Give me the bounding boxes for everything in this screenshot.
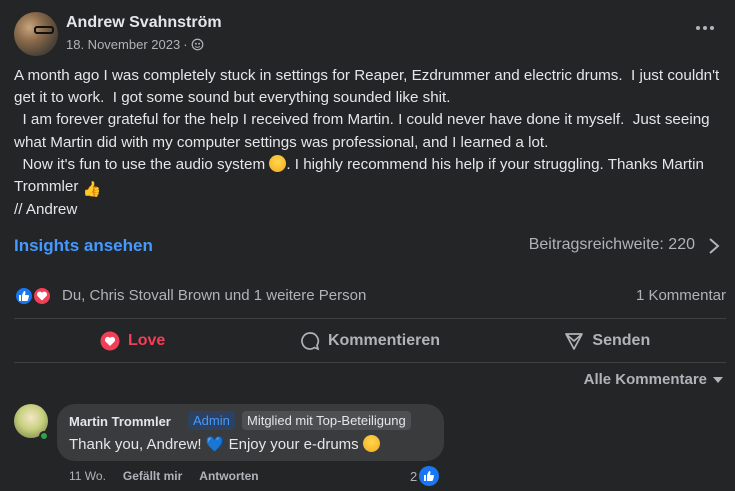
comment-label: Kommentieren <box>327 332 440 349</box>
comment-text: Thank you, Andrew! 💙 Enjoy your e-drums <box>69 435 380 453</box>
meta-separator: · <box>183 37 188 52</box>
post-meta: 18. November 2023 · <box>66 37 204 52</box>
reaction-names[interactable]: Du, Chris Stovall Brown und 1 weitere Pe… <box>62 287 366 304</box>
post-line-2: I am forever grateful for the help I rec… <box>14 111 714 151</box>
comment-like-number: 2 <box>410 468 418 484</box>
comment-count[interactable]: 1 Kommentar <box>636 287 726 304</box>
comment-button[interactable]: Kommentieren <box>251 321 488 361</box>
blue-heart-emoji-icon: 💙 <box>205 436 225 453</box>
love-reaction-icon <box>32 286 52 306</box>
post-text: A month ago I was completely stuck in se… <box>14 65 726 221</box>
reaction-icons[interactable] <box>14 285 58 307</box>
thumbs-up-emoji-icon: 👍 <box>82 181 102 199</box>
comment-meta: 11 Wo. Gefällt mir Antworten <box>69 469 259 483</box>
chevron-right-icon[interactable] <box>707 236 721 256</box>
comment-filter-label: Alle Kommentare <box>583 371 707 388</box>
comment-like-button[interactable]: Gefällt mir <box>123 469 182 483</box>
post-line-3: Now it's fun to use the audio system . I… <box>14 154 708 199</box>
admin-badge: Admin <box>188 411 235 430</box>
divider <box>14 318 726 319</box>
send-button[interactable]: Senden <box>489 321 726 361</box>
heart-icon <box>100 331 120 351</box>
post-line-1: A month ago I was completely stuck in se… <box>14 67 724 107</box>
post-actions: Love Kommentieren Senden <box>14 321 726 361</box>
commenter-name[interactable]: Martin Trommler <box>69 414 171 429</box>
love-button[interactable]: Love <box>14 321 251 361</box>
send-icon <box>565 333 584 350</box>
like-reaction-icon <box>14 286 34 306</box>
wink-emoji-icon <box>269 154 287 172</box>
comment-icon <box>301 332 320 351</box>
post-reach[interactable]: Beitragsreichweite: 220 <box>529 236 695 254</box>
online-status-icon <box>39 431 49 441</box>
author-name[interactable]: Andrew Svahnström <box>66 14 222 32</box>
comment-reply-button[interactable]: Antworten <box>199 469 258 483</box>
send-label: Senden <box>592 332 651 349</box>
comment-bubble: Martin Trommler Admin Mitglied mit Top-B… <box>57 404 444 461</box>
comment-time[interactable]: 11 Wo. <box>69 469 106 483</box>
insights-link[interactable]: Insights ansehen <box>14 236 153 256</box>
divider <box>14 362 726 363</box>
smile-emoji-icon <box>362 435 380 452</box>
author-avatar[interactable] <box>14 12 58 56</box>
reactions-summary: Du, Chris Stovall Brown und 1 weitere Pe… <box>14 285 726 307</box>
comment-like-count[interactable]: 2 <box>410 466 440 486</box>
comment-filter-dropdown[interactable]: Alle Kommentare <box>584 371 723 388</box>
public-icon[interactable] <box>191 38 204 51</box>
post-signature: // Andrew <box>14 201 78 219</box>
like-reaction-icon <box>419 466 440 486</box>
caret-down-icon <box>713 376 723 383</box>
post-date[interactable]: 18. November 2023 <box>66 37 180 52</box>
post-header: Andrew Svahnström 18. November 2023 · <box>14 12 721 56</box>
more-options-icon[interactable] <box>693 16 717 40</box>
top-contributor-badge: Mitglied mit Top-Beteiligung <box>242 411 411 430</box>
love-label: Love <box>127 332 166 349</box>
